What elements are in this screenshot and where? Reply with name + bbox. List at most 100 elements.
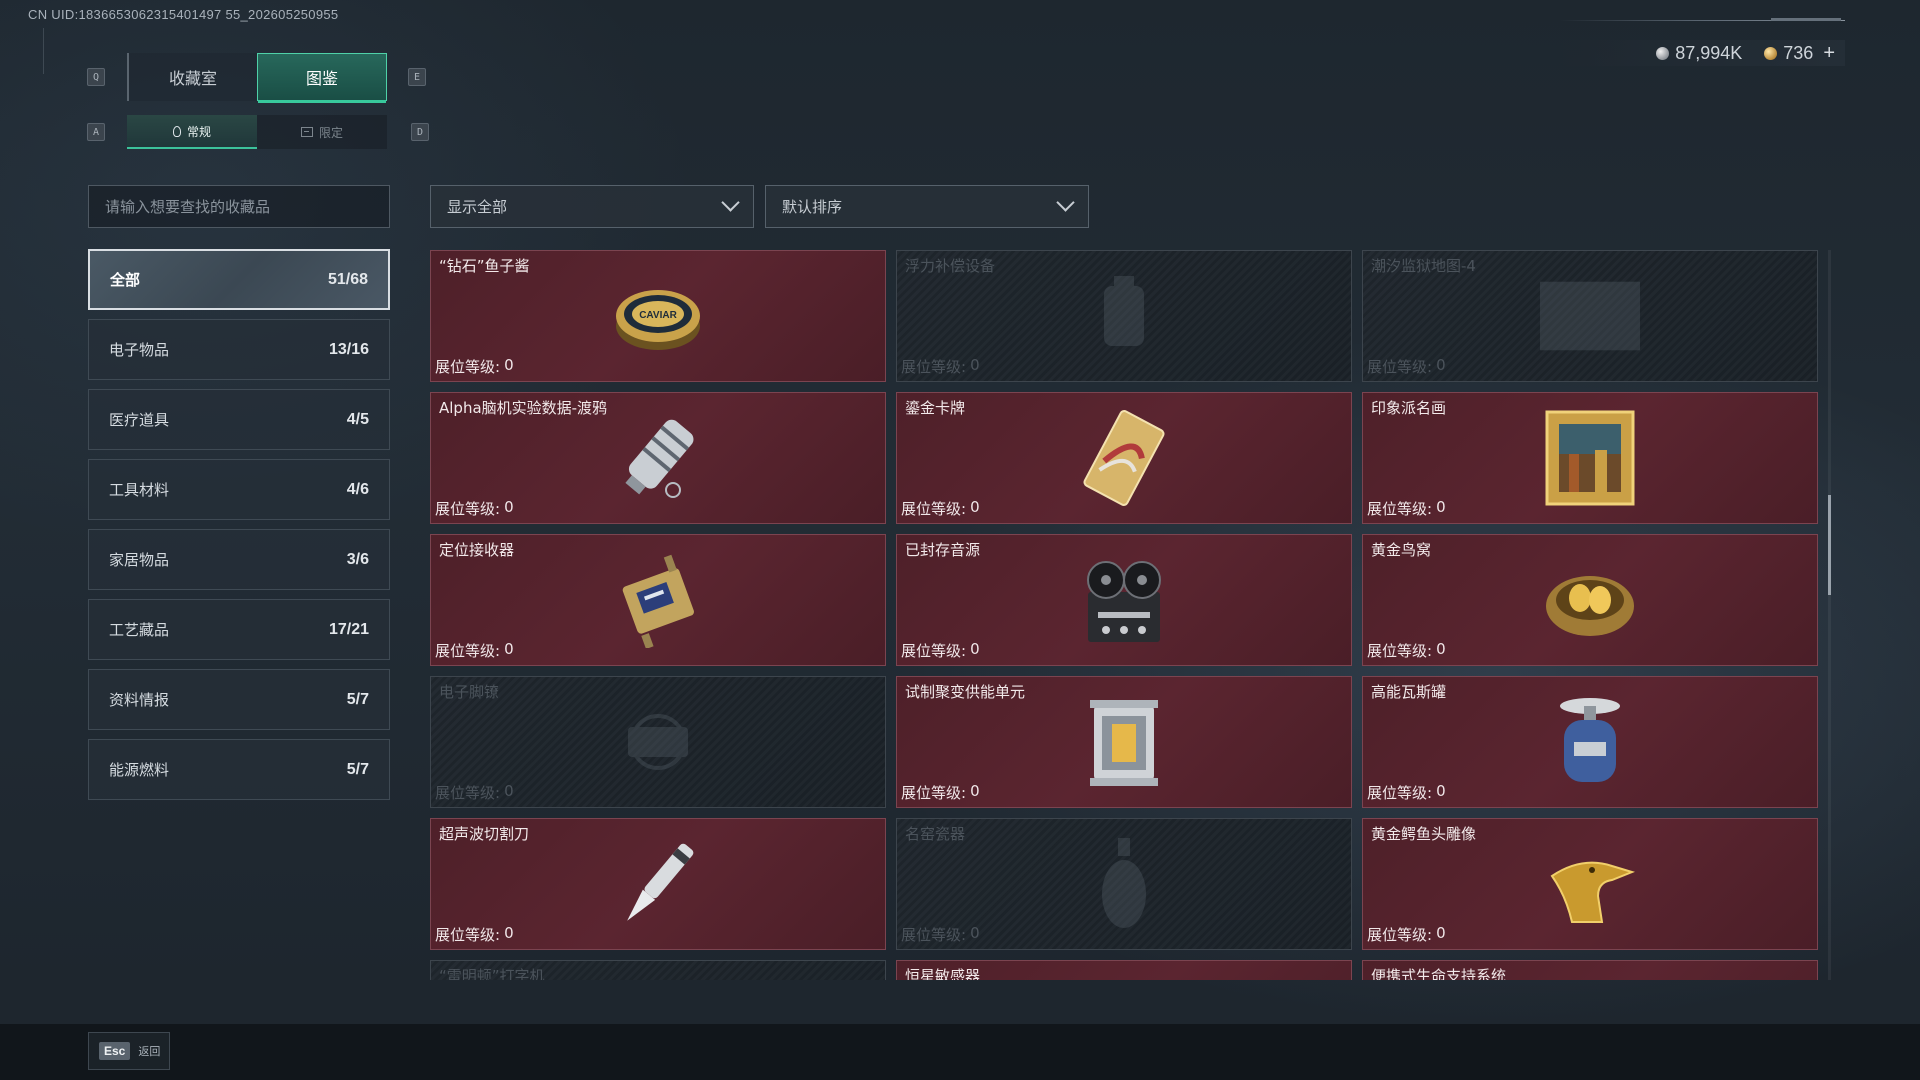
sub-tabs: 常规 限定 xyxy=(127,115,387,149)
item-level-label: 展位等级: xyxy=(435,784,501,802)
item-name: 高能瓦斯罐 xyxy=(1371,683,1447,701)
category-name: 工具材料 xyxy=(109,481,170,499)
item-level-label: 展位等级: xyxy=(1367,642,1433,660)
item-grid-viewport: “钻石”鱼子酱 CAVIAR 展位等级: 0 浮力补偿设备 展位等级: 0 潮汐监狱地图-4 展… xyxy=(430,250,1820,980)
item-level: 展位等级: 0 xyxy=(1367,498,1446,519)
category-name: 电子物品 xyxy=(109,341,170,359)
collection-item-card[interactable]: 超声波切割刀 展位等级: 0 xyxy=(430,818,886,950)
category-crafts[interactable]: 工艺藏品 17/21 xyxy=(88,599,390,660)
collection-item-card[interactable]: 印象派名画展位等级: 0 xyxy=(1362,392,1818,524)
ultrasonic-knife-icon xyxy=(608,834,708,934)
collection-item-card[interactable]: 鎏金卡牌 展位等级: 0 xyxy=(896,392,1352,524)
footer-bar xyxy=(0,1024,1920,1080)
category-count: 5/7 xyxy=(346,760,369,778)
back-button[interactable]: Esc 返回 xyxy=(88,1032,170,1070)
collection-item-card[interactable]: 名窑瓷器 展位等级: 0 xyxy=(896,818,1352,950)
gold-coin-icon xyxy=(1764,46,1778,60)
category-name: 全部 xyxy=(110,271,141,289)
item-name: 黄金鳄鱼头雕像 xyxy=(1371,825,1477,843)
item-level: 展位等级: 0 xyxy=(1367,356,1446,377)
item-level-label: 展位等级: xyxy=(901,642,967,660)
item-name: 定位接收器 xyxy=(439,541,515,559)
search-input[interactable] xyxy=(105,197,389,216)
item-level: 展位等级: 0 xyxy=(1367,924,1446,945)
item-level: 展位等级: 0 xyxy=(435,640,514,661)
category-medical[interactable]: 医疗道具 4/5 xyxy=(88,389,390,450)
item-level-value: 0 xyxy=(970,782,980,800)
item-name: 黄金鸟窝 xyxy=(1371,541,1432,559)
category-household[interactable]: 家居物品 3/6 xyxy=(88,529,390,590)
item-level-value: 0 xyxy=(1436,356,1446,374)
side-decoration xyxy=(43,28,49,74)
grid-scrollbar[interactable] xyxy=(1828,250,1831,980)
collection-item-card[interactable]: 恒星敏感器 xyxy=(896,960,1352,980)
collection-item-card[interactable]: 电子脚镣 展位等级: 0 xyxy=(430,676,886,808)
collection-item-card[interactable]: Alpha脑机实验数据-渡鸦 展位等级: 0 xyxy=(430,392,886,524)
item-level-value: 0 xyxy=(1436,782,1446,800)
category-intel[interactable]: 资料情报 5/7 xyxy=(88,669,390,730)
collection-item-card[interactable]: 便携式生命支持系统 xyxy=(1362,960,1818,980)
category-tools[interactable]: 工具材料 4/6 xyxy=(88,459,390,520)
key-hint-d: D xyxy=(411,123,429,141)
vase-icon xyxy=(1074,834,1174,934)
category-electronics[interactable]: 电子物品 13/16 xyxy=(88,319,390,380)
scrollbar-thumb[interactable] xyxy=(1828,495,1831,595)
tab-collection-room[interactable]: 收藏室 xyxy=(127,53,257,101)
tape-recorder-icon xyxy=(1074,550,1174,650)
sort-dropdown[interactable]: 默认排序 xyxy=(765,185,1089,228)
collection-item-card[interactable]: 黄金鸟窝 展位等级: 0 xyxy=(1362,534,1818,666)
collection-item-card[interactable]: 高能瓦斯罐 展位等级: 0 xyxy=(1362,676,1818,808)
collection-item-card[interactable]: 黄金鳄鱼头雕像展位等级: 0 xyxy=(1362,818,1818,950)
collection-item-card[interactable]: 潮汐监狱地图-4 展位等级: 0 xyxy=(1362,250,1818,382)
add-currency-button[interactable]: + xyxy=(1823,42,1835,65)
collection-item-card[interactable]: 定位接收器展位等级: 0 xyxy=(430,534,886,666)
category-count: 51/68 xyxy=(327,270,368,288)
fusion-unit-icon xyxy=(1074,692,1174,792)
silver-currency: 87,994K xyxy=(1656,43,1742,64)
silver-amount: 87,994K xyxy=(1675,42,1743,63)
category-fuel[interactable]: 能源燃料 5/7 xyxy=(88,739,390,800)
item-level-label: 展位等级: xyxy=(901,926,967,944)
subtab-limited[interactable]: 限定 xyxy=(257,115,387,149)
category-count: 3/6 xyxy=(346,550,369,568)
category-count: 17/21 xyxy=(328,620,369,638)
item-name: 试制聚变供能单元 xyxy=(905,683,1026,701)
item-level-label: 展位等级: xyxy=(435,500,501,518)
item-name: 恒星敏感器 xyxy=(905,967,981,980)
collection-item-card[interactable]: “雷明顿”打字机 xyxy=(430,960,886,980)
item-level-value: 0 xyxy=(1436,924,1446,942)
filter-dropdown[interactable]: 显示全部 xyxy=(430,185,754,228)
category-count: 13/16 xyxy=(328,340,369,358)
life-support-icon xyxy=(1540,976,1640,980)
item-level: 展位等级: 0 xyxy=(901,356,980,377)
collection-item-card[interactable]: 浮力补偿设备 展位等级: 0 xyxy=(896,250,1352,382)
sort-dropdown-value: 默认排序 xyxy=(782,198,843,216)
image-icon xyxy=(300,127,313,137)
category-name: 资料情报 xyxy=(109,691,170,709)
collection-item-card[interactable]: 试制聚变供能单元 展位等级: 0 xyxy=(896,676,1352,808)
item-level: 展位等级: 0 xyxy=(435,782,514,803)
map-icon xyxy=(1540,266,1640,366)
currency-bar: 87,994K 736 + xyxy=(1560,40,1845,66)
ankle-monitor-icon xyxy=(608,692,708,792)
item-level: 展位等级: 0 xyxy=(435,356,514,377)
item-level-label: 展位等级: xyxy=(435,926,501,944)
tab-catalog[interactable]: 图鉴 xyxy=(257,53,387,103)
collection-item-card[interactable]: 已封存音源 展位等级: 0 xyxy=(896,534,1352,666)
item-level-label: 展位等级: xyxy=(435,642,501,660)
item-level: 展位等级: 0 xyxy=(901,640,980,661)
item-name: 超声波切割刀 xyxy=(439,825,530,843)
category-count: 4/6 xyxy=(346,480,369,498)
subtab-regular[interactable]: 常规 xyxy=(127,115,257,149)
caviar-tin-icon: CAVIAR xyxy=(608,266,708,366)
item-name: “钻石”鱼子酱 xyxy=(439,257,530,275)
category-name: 能源燃料 xyxy=(109,761,170,779)
category-name: 家居物品 xyxy=(109,551,170,569)
category-all[interactable]: 全部 51/68 xyxy=(88,249,390,310)
gas-canister-icon xyxy=(1540,692,1640,792)
item-name: 印象派名画 xyxy=(1371,399,1447,417)
collection-item-card[interactable]: “钻石”鱼子酱 CAVIAR 展位等级: 0 xyxy=(430,250,886,382)
esc-key-hint: Esc xyxy=(99,1042,131,1060)
item-level-value: 0 xyxy=(504,782,514,800)
item-level-value: 0 xyxy=(970,640,980,658)
